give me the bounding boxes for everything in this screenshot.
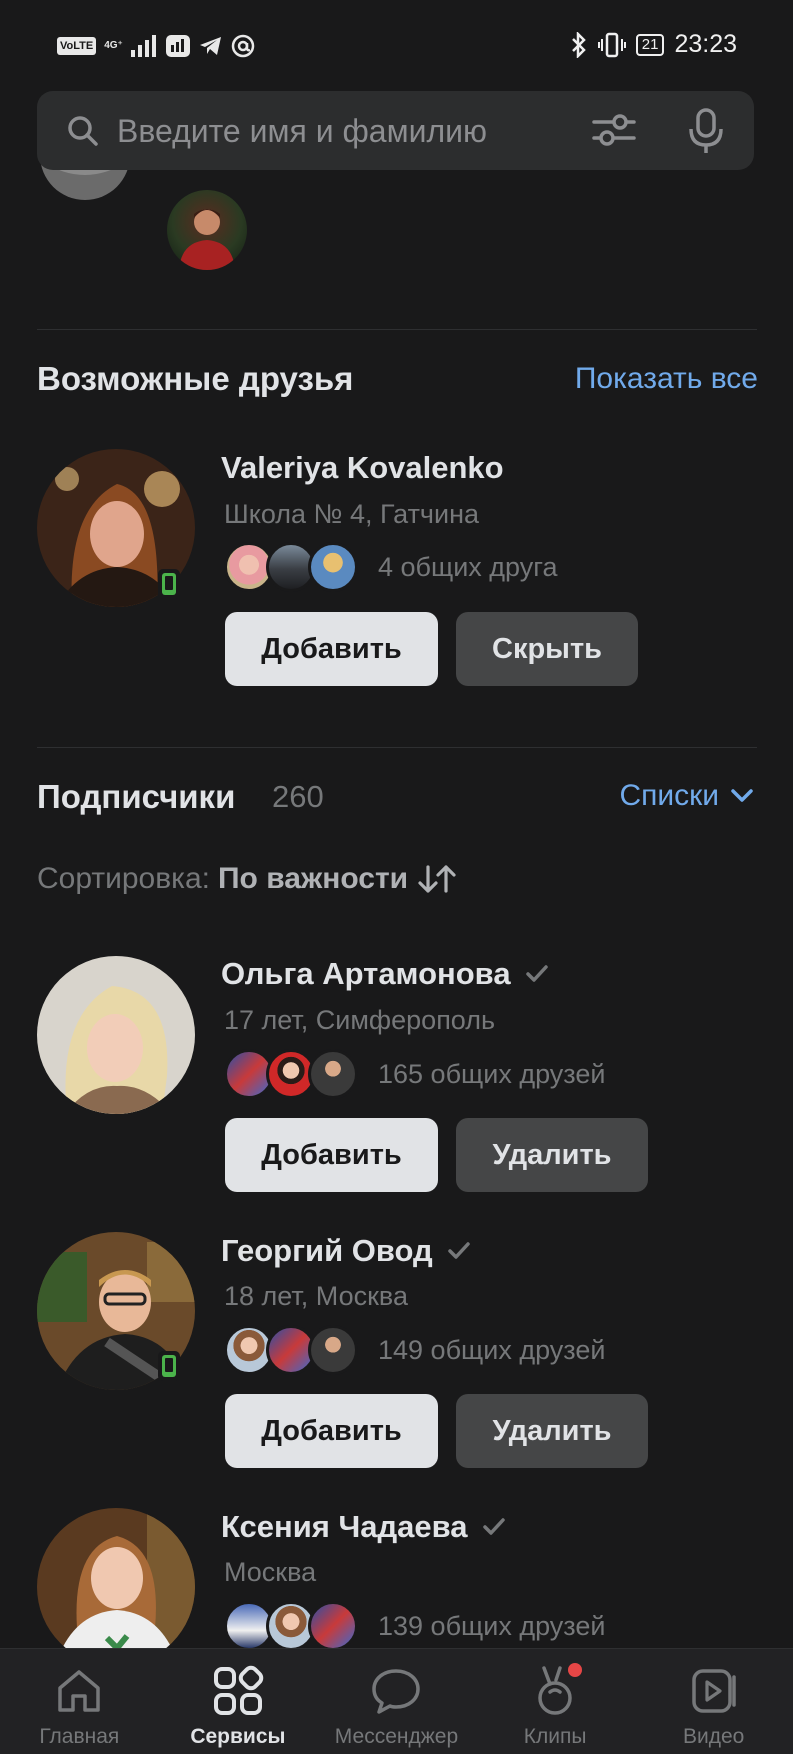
mutual-friends-count: 4 общих друга <box>378 551 558 582</box>
remove-follower-button[interactable]: Удалить <box>456 1394 648 1468</box>
avatar[interactable] <box>167 190 247 270</box>
person-name-text: Георгий Овод <box>221 1233 433 1268</box>
services-icon <box>212 1663 264 1719</box>
add-friend-button[interactable]: Добавить <box>225 1394 438 1468</box>
messenger-icon <box>369 1663 423 1719</box>
avatar[interactable] <box>37 956 195 1114</box>
bottom-tab-bar: Главная Сервисы Мессенджер Клипы Видео <box>0 1648 793 1754</box>
lists-dropdown[interactable]: Списки <box>619 779 753 813</box>
tab-label: Мессенджер <box>334 1725 459 1748</box>
divider <box>37 747 757 748</box>
mutual-avatar <box>308 1601 358 1651</box>
check-icon <box>447 1242 470 1259</box>
sort-arrows-icon <box>418 865 456 893</box>
sort-value: По важности <box>217 862 409 895</box>
tab-video[interactable]: Видео <box>634 1649 793 1754</box>
person-name[interactable]: Valeriya Kovalenko <box>221 450 504 486</box>
tab-services[interactable]: Сервисы <box>159 1649 318 1754</box>
mutual-friends[interactable]: 149 общих друзей <box>224 1325 605 1375</box>
section-title-possible-friends: Возможные друзья <box>37 360 354 397</box>
person-name-text: Ольга Артамонова <box>221 956 511 991</box>
status-time: 23:23 <box>674 30 737 58</box>
mutual-avatars <box>224 542 358 592</box>
person-subtitle: 17 лет, Симферополь <box>224 1005 496 1035</box>
person-name[interactable]: Ольга Артамонова <box>221 956 549 992</box>
mutual-friends[interactable]: 4 общих друга <box>224 542 558 592</box>
check-icon <box>482 1518 505 1535</box>
tab-label: Клипы <box>523 1725 587 1748</box>
online-mobile-icon <box>158 1351 180 1381</box>
person-name-text: Ксения Чадаева <box>221 1509 468 1544</box>
remove-follower-button[interactable]: Удалить <box>456 1118 648 1192</box>
check-icon <box>525 965 548 982</box>
person-subtitle: Школа № 4, Гатчина <box>224 499 480 529</box>
mutual-friends-count: 139 общих друзей <box>378 1610 606 1641</box>
followers-count: 260 <box>272 779 324 814</box>
mutual-avatar <box>308 542 358 592</box>
show-all-link[interactable]: Показать все <box>575 362 758 396</box>
volte-indicator: VoLTE <box>57 37 97 55</box>
mutual-avatars <box>224 1601 358 1651</box>
mutual-avatar <box>308 1049 358 1099</box>
search-input[interactable]: Введите имя и фамилию <box>117 113 487 150</box>
mutual-friends-count: 149 общих друзей <box>378 1334 606 1365</box>
mutual-avatars <box>224 1325 358 1375</box>
tab-clips[interactable]: Клипы <box>476 1649 635 1754</box>
person-name[interactable]: Георгий Овод <box>221 1233 471 1269</box>
sort-label: Сортировка: <box>37 862 210 895</box>
notification-badge <box>567 1663 582 1677</box>
section-title-followers: Подписчики <box>37 778 236 815</box>
person-subtitle: 18 лет, Москва <box>224 1281 408 1311</box>
search-bar[interactable]: Введите имя и фамилию <box>37 91 754 170</box>
sort-control[interactable]: Сортировка: По важности <box>37 862 458 896</box>
tab-label: Сервисы <box>190 1725 286 1748</box>
microphone-icon[interactable] <box>688 107 724 155</box>
divider <box>37 329 757 330</box>
mutual-friends-count: 165 общих друзей <box>378 1058 606 1089</box>
chevron-down-icon <box>731 789 753 802</box>
status-bar: VoLTE 4G⁺ 21 23:23 <box>0 0 793 90</box>
status-icons-right: 21 23:23 <box>570 30 737 59</box>
video-icon <box>688 1663 740 1719</box>
vibrate-icon <box>597 32 626 57</box>
tab-label: Главная <box>39 1725 120 1748</box>
mutual-friends[interactable]: 139 общих друзей <box>224 1601 605 1651</box>
lists-label: Списки <box>619 779 719 812</box>
telegram-icon <box>199 37 221 55</box>
bluetooth-icon <box>571 31 586 58</box>
filter-icon[interactable] <box>592 111 636 149</box>
home-icon <box>54 1663 104 1719</box>
network-type: 4G⁺ <box>104 40 123 51</box>
notification-app-icon <box>165 35 190 57</box>
status-icons-left: VoLTE 4G⁺ <box>57 34 255 58</box>
person-subtitle: Москва <box>224 1557 317 1587</box>
add-friend-button[interactable]: Добавить <box>225 612 438 686</box>
tab-home[interactable]: Главная <box>0 1649 159 1754</box>
person-name-text: Valeriya Kovalenko <box>221 450 504 485</box>
online-mobile-icon <box>158 569 180 599</box>
search-icon <box>68 116 98 146</box>
at-sign-icon <box>231 34 255 58</box>
mutual-avatar <box>308 1325 358 1375</box>
add-friend-button[interactable]: Добавить <box>225 1118 438 1192</box>
avatar[interactable] <box>37 1508 195 1666</box>
tab-messenger[interactable]: Мессенджер <box>317 1649 476 1754</box>
mutual-friends[interactable]: 165 общих друзей <box>224 1049 605 1099</box>
signal-icon <box>130 35 156 57</box>
person-name[interactable]: Ксения Чадаева <box>221 1509 506 1545</box>
mutual-avatars <box>224 1049 358 1099</box>
hide-button[interactable]: Скрыть <box>456 612 638 686</box>
battery-indicator: 21 <box>635 33 665 56</box>
tab-label: Видео <box>682 1725 745 1748</box>
